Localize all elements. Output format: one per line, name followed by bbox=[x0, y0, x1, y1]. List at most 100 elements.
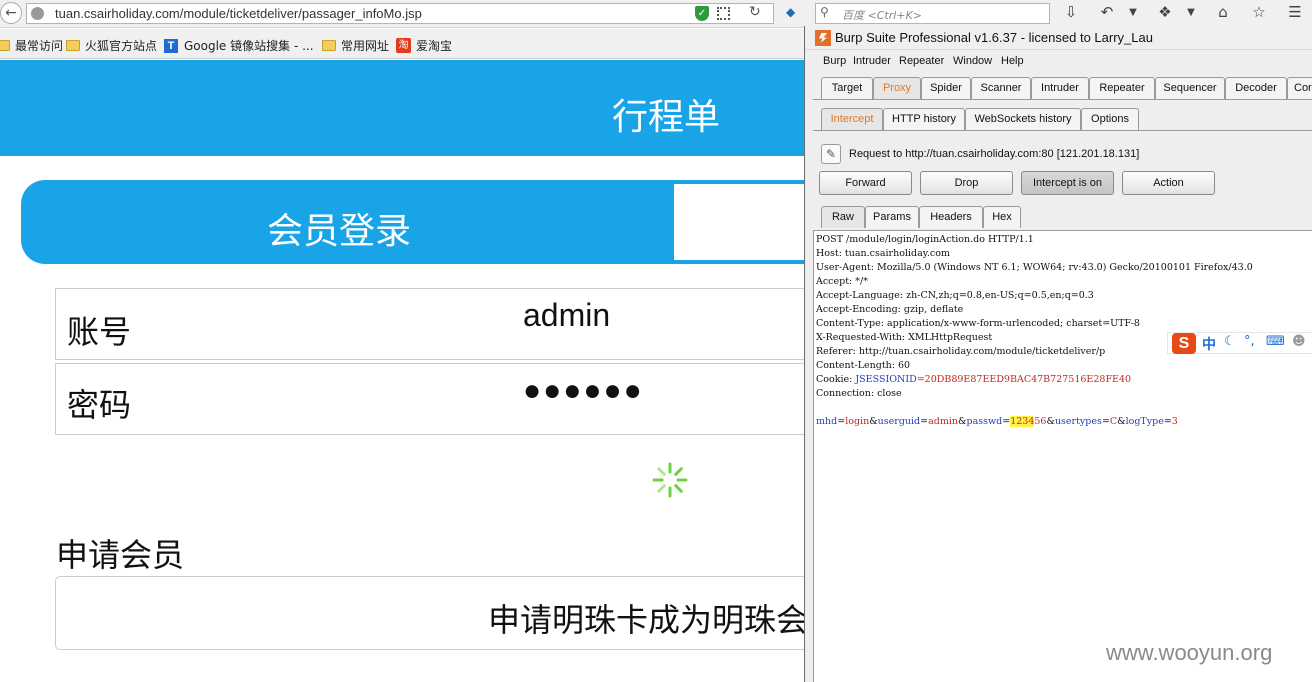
request-line: POST /module/login/loginAction.do HTTP/1… bbox=[816, 234, 1034, 245]
menu-intruder[interactable]: Intruder bbox=[853, 55, 891, 67]
action-button[interactable]: Action bbox=[1122, 171, 1215, 195]
security-shield-icon[interactable]: ✓ bbox=[695, 6, 709, 21]
url-text: tuan.csairholiday.com/module/ticketdeliv… bbox=[55, 6, 422, 21]
account-input[interactable]: admin bbox=[523, 297, 610, 334]
menu-repeater[interactable]: Repeater bbox=[899, 55, 944, 67]
subtab-http-history[interactable]: HTTP history bbox=[883, 108, 965, 130]
main-tab-divider bbox=[813, 99, 1312, 100]
address-bar[interactable]: tuan.csairholiday.com/module/ticketdeliv… bbox=[26, 3, 774, 24]
header-host: Host: tuan.csairholiday.com bbox=[816, 248, 950, 259]
search-box[interactable]: ⚲ 百度 <Ctrl+K> bbox=[815, 3, 1050, 24]
bookmark-google-mirror[interactable]: T Google 镜像站搜集 - ... bbox=[164, 37, 314, 54]
tab-decoder[interactable]: Decoder bbox=[1225, 77, 1287, 99]
burp-logo-icon bbox=[815, 30, 831, 46]
menu-window[interactable]: Window bbox=[953, 55, 992, 67]
password-input[interactable]: ●●●●●● bbox=[523, 374, 644, 408]
tab-proxy[interactable]: Proxy bbox=[873, 77, 921, 99]
account-row: 账号 admin bbox=[55, 288, 815, 360]
undo-icon[interactable]: ↶ bbox=[1096, 3, 1118, 21]
apply-member-heading: 申请会员 bbox=[56, 536, 185, 574]
subtab-websockets-history[interactable]: WebSockets history bbox=[965, 108, 1081, 130]
apply-pearl-card-text: 申请明珠卡成为明珠会员 bbox=[488, 601, 815, 639]
taobao-icon: 淘 bbox=[396, 38, 411, 53]
header-content-length: Content-Length: 60 bbox=[816, 360, 911, 371]
moon-icon[interactable]: ☾ bbox=[1224, 334, 1236, 349]
request-body: mhd=login&userguid=admin&passwd=123456&u… bbox=[816, 416, 1178, 427]
viewtab-hex[interactable]: Hex bbox=[983, 206, 1021, 228]
password-highlight: 1234 bbox=[1010, 416, 1035, 427]
burp-title: Burp Suite Professional v1.6.37 - licens… bbox=[835, 30, 1153, 45]
tab-scanner[interactable]: Scanner bbox=[971, 77, 1031, 99]
user-icon[interactable]: ☻ bbox=[1292, 334, 1306, 349]
member-login-label: 会员登录 bbox=[267, 211, 412, 252]
qr-code-icon[interactable] bbox=[717, 7, 730, 20]
tab-repeater[interactable]: Repeater bbox=[1089, 77, 1155, 99]
subtab-intercept[interactable]: Intercept bbox=[821, 108, 883, 130]
ime-toolbar: S 中 ☾ °, ⌨ ☻ bbox=[1167, 332, 1312, 354]
bookmark-star-icon[interactable]: ☆ bbox=[1248, 3, 1270, 21]
header-user-agent: User-Agent: Mozilla/5.0 (Windows NT 6.1;… bbox=[816, 262, 1253, 273]
subtab-options[interactable]: Options bbox=[1081, 108, 1139, 130]
menu-help[interactable]: Help bbox=[1001, 55, 1024, 67]
header-connection: Connection: close bbox=[816, 388, 902, 399]
t-site-icon: T bbox=[164, 38, 178, 53]
member-login-tab[interactable]: 会员登录 bbox=[21, 180, 673, 264]
dropdown-arrow-icon[interactable]: ▼ bbox=[1122, 7, 1144, 18]
dropdown-arrow-icon-2[interactable]: ▼ bbox=[1180, 7, 1202, 18]
menu-icon[interactable]: ☰ bbox=[1284, 3, 1306, 21]
search-icon: ⚲ bbox=[820, 5, 829, 19]
account-label: 账号 bbox=[67, 313, 132, 351]
password-row: 密码 ●●●●●● bbox=[55, 363, 815, 435]
bookmark-firefox-official[interactable]: 火狐官方站点 bbox=[66, 37, 157, 54]
header-cookie: Cookie: JSESSIONID=20DB89E87EED9BAC47B72… bbox=[816, 374, 1132, 385]
login-tab-bar: 会员登录 bbox=[21, 180, 811, 264]
browser-toolbar: ← tuan.csairholiday.com/module/ticketdel… bbox=[0, 0, 1312, 28]
viewtab-params[interactable]: Params bbox=[865, 206, 919, 228]
download-icon[interactable]: ⇩ bbox=[1060, 3, 1082, 21]
folder-icon bbox=[66, 40, 80, 51]
watermark: www.wooyun.org bbox=[1106, 640, 1273, 665]
forward-button[interactable]: Forward bbox=[819, 171, 912, 195]
menu-burp[interactable]: Burp bbox=[823, 55, 846, 67]
intercept-toggle-button[interactable]: Intercept is on bbox=[1021, 171, 1114, 195]
header-x-requested-with: X-Requested-With: XMLHttpRequest bbox=[816, 332, 993, 343]
screen: ← tuan.csairholiday.com/module/ticketdel… bbox=[0, 0, 1312, 682]
bookmark-taobao[interactable]: 淘爱淘宝 bbox=[396, 37, 452, 54]
sub-tab-divider bbox=[813, 130, 1312, 131]
home-icon[interactable]: ⌂ bbox=[1212, 3, 1234, 21]
page-title: 行程单 bbox=[612, 97, 721, 138]
apply-pearl-card-button[interactable]: 申请明珠卡成为明珠会员 bbox=[55, 576, 815, 650]
page-header: 行程单 bbox=[0, 60, 806, 156]
drop-button[interactable]: Drop bbox=[920, 171, 1013, 195]
folder-icon bbox=[0, 40, 10, 51]
folder-icon bbox=[322, 40, 336, 51]
globe-icon bbox=[31, 7, 44, 20]
tab-spider[interactable]: Spider bbox=[921, 77, 971, 99]
tab-target[interactable]: Target bbox=[821, 77, 873, 99]
reload-icon[interactable]: ↻ bbox=[749, 4, 761, 20]
header-accept: Accept: */* bbox=[816, 276, 868, 287]
header-accept-encoding: Accept-Encoding: gzip, deflate bbox=[816, 304, 964, 315]
bookmark-most-visited[interactable]: 最常访问 bbox=[0, 37, 63, 54]
burp-window: Burp Suite Professional v1.6.37 - licens… bbox=[804, 26, 1312, 682]
punctuation-icon[interactable]: °, bbox=[1244, 334, 1255, 349]
bookmark-common-sites[interactable]: 常用网址 bbox=[322, 37, 389, 54]
search-placeholder: 百度 <Ctrl+K> bbox=[842, 9, 922, 22]
tab-intruder[interactable]: Intruder bbox=[1031, 77, 1089, 99]
edit-pencil-icon[interactable]: ✎ bbox=[821, 144, 841, 164]
request-editor[interactable]: POST /module/login/loginAction.do HTTP/1… bbox=[813, 230, 1312, 682]
header-accept-language: Accept-Language: zh-CN,zh;q=0.8,en-US;q=… bbox=[816, 290, 1094, 301]
viewtab-raw[interactable]: Raw bbox=[821, 206, 865, 228]
keyboard-icon[interactable]: ⌨ bbox=[1266, 334, 1285, 349]
loading-spinner-icon bbox=[652, 462, 688, 498]
tab-sequencer[interactable]: Sequencer bbox=[1155, 77, 1225, 99]
tab-comparer[interactable]: Cor bbox=[1287, 77, 1312, 99]
back-button[interactable]: ← bbox=[0, 2, 22, 24]
request-target: Request to http://tuan.csairholiday.com:… bbox=[849, 148, 1140, 160]
sogou-logo-icon[interactable]: S bbox=[1172, 333, 1196, 354]
addon-icon[interactable]: ❖ bbox=[1154, 3, 1176, 21]
ime-mode-toggle[interactable]: 中 bbox=[1202, 334, 1216, 354]
other-login-tab[interactable] bbox=[674, 184, 811, 260]
extension-icon[interactable]: ◆ bbox=[786, 5, 795, 19]
viewtab-headers[interactable]: Headers bbox=[919, 206, 983, 228]
